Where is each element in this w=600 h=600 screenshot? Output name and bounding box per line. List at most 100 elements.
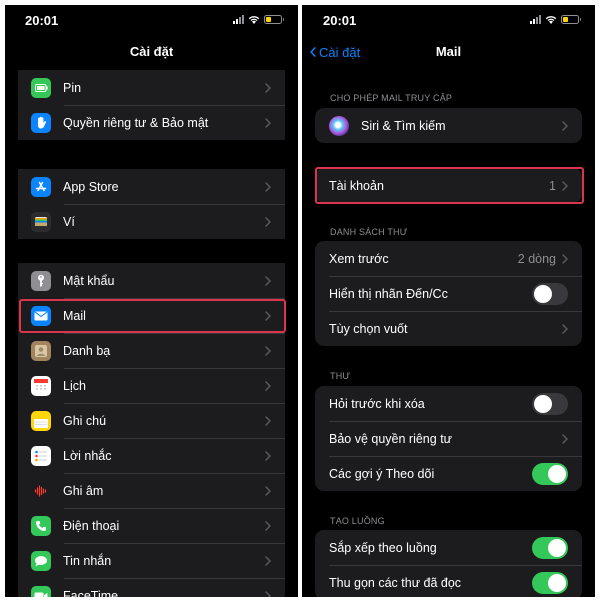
- status-time: 20:01: [25, 13, 59, 28]
- reminders-app-icon: [31, 445, 51, 466]
- settings-row-mail[interactable]: Mail: [18, 298, 285, 333]
- row-label: Các gợi ý Theo dõi: [329, 466, 435, 481]
- setting-row[interactable]: Xem trước 2 dòng: [315, 241, 582, 276]
- toggle-switch[interactable]: [532, 392, 568, 415]
- chevron-right-icon: [265, 275, 271, 286]
- status-time: 20:01: [323, 13, 357, 28]
- hand-app-icon: [31, 112, 51, 133]
- mail-app-icon: [31, 305, 51, 326]
- row-label: Điện thoại: [63, 518, 120, 533]
- row-label: FaceTime: [63, 588, 119, 598]
- settings-row-calendar[interactable]: Lịch: [18, 368, 285, 403]
- settings-row-hand[interactable]: Quyền riêng tư & Bảo mật: [18, 105, 285, 140]
- chevron-right-icon: [265, 520, 271, 531]
- row-label: Thu gọn các thư đã đọc: [329, 575, 462, 590]
- wifi-icon: [248, 15, 260, 24]
- row-label: Quyền riêng tư & Bảo mật: [63, 115, 209, 130]
- row-label: App Store: [63, 179, 119, 194]
- toggle-switch[interactable]: [532, 462, 568, 485]
- notes-app-icon: [31, 410, 51, 431]
- chevron-right-icon: [265, 590, 271, 597]
- setting-row[interactable]: Tùy chọn vuốt: [315, 311, 582, 346]
- back-label: Cài đặt: [319, 44, 361, 60]
- settings-row-phone[interactable]: Điện thoại: [18, 508, 285, 543]
- settings-row-wallet[interactable]: Ví: [18, 204, 285, 239]
- row-label: Bảo vệ quyền riêng tư: [329, 431, 453, 446]
- toggle-switch[interactable]: [532, 282, 568, 305]
- settings-row-messages[interactable]: Tin nhắn: [18, 543, 285, 578]
- settings-group-apps: Mật khẩu Mail Danh bạ Lịch Ghi chú Lời nhắc Gh…: [18, 263, 285, 597]
- row-label: Tin nhắn: [63, 553, 112, 568]
- row-label: Siri & Tìm kiếm: [361, 118, 446, 133]
- chevron-right-icon: [562, 180, 568, 191]
- facetime-app-icon: [31, 585, 51, 597]
- row-value: 2 dòng: [517, 251, 556, 266]
- nav-bar: Cài đặt: [5, 37, 298, 67]
- setting-row: Thu gọn các thư đã đọc: [315, 565, 582, 597]
- chevron-right-icon: [562, 253, 568, 264]
- chevron-left-icon: [310, 47, 316, 57]
- chevron-right-icon: [562, 323, 568, 334]
- back-button[interactable]: Cài đặt: [310, 37, 360, 67]
- settings-row-voice-memos[interactable]: Ghi âm: [18, 473, 285, 508]
- accounts-group: Tài khoản 1: [315, 168, 582, 203]
- settings-group-system: Pin Quyền riêng tư & Bảo mật: [18, 70, 285, 140]
- battery-icon: [264, 15, 284, 24]
- page-title: Mail: [435, 44, 462, 59]
- row-label: Ghi chú: [63, 413, 107, 428]
- settings-row-facetime[interactable]: FaceTime: [18, 578, 285, 597]
- siri-icon: [329, 115, 349, 136]
- setting-row[interactable]: Bảo vệ quyền riêng tư: [315, 421, 582, 456]
- settings-screen: 20:01 Cài đặt Pin Quyền riêng tư & Bảo mậ…: [5, 5, 298, 597]
- chevron-right-icon: [265, 555, 271, 566]
- toggle-knob: [548, 464, 566, 483]
- voice-memos-app-icon: [31, 480, 51, 501]
- section-header-allow-access: CHO PHÉP MAIL TRUY CẬP: [330, 93, 453, 103]
- key-app-icon: [31, 270, 51, 291]
- row-label: Sắp xếp theo luồng: [329, 540, 437, 555]
- toggle-switch[interactable]: [532, 536, 568, 559]
- wifi-icon: [545, 15, 557, 24]
- nav-bar: Cài đặt Mail: [302, 37, 595, 67]
- row-label: Hỏi trước khi xóa: [329, 396, 425, 411]
- chevron-right-icon: [265, 216, 271, 227]
- setting-row: Hiển thị nhãn Đến/Cc: [315, 276, 582, 311]
- chevron-right-icon: [265, 310, 271, 321]
- setting-row: Hỏi trước khi xóa: [315, 386, 582, 421]
- row-label: Hiển thị nhãn Đến/Cc: [329, 286, 448, 301]
- section-header-threading: TẠO LUỒNG: [330, 516, 385, 526]
- setting-row: Các gợi ý Theo dõi: [315, 456, 582, 491]
- page-title: Cài đặt: [129, 44, 174, 59]
- chevron-right-icon: [265, 485, 271, 496]
- allow-access-group: Siri & Tìm kiếm: [315, 108, 582, 143]
- row-label: Lời nhắc: [63, 448, 112, 463]
- settings-row-reminders[interactable]: Lời nhắc: [18, 438, 285, 473]
- settings-row-key[interactable]: Mật khẩu: [18, 263, 285, 298]
- row-label: Mật khẩu: [63, 273, 115, 288]
- section-header-message-list: DANH SÁCH THƯ: [330, 227, 408, 237]
- toggle-knob: [548, 573, 566, 592]
- settings-row-appstore[interactable]: App Store: [18, 169, 285, 204]
- messages-app-icon: [31, 550, 51, 571]
- chevron-right-icon: [562, 433, 568, 444]
- threading-group: Sắp xếp theo luồng Thu gọn các thư đã đọc: [315, 530, 582, 597]
- row-label: Mail: [63, 308, 86, 323]
- row-label: Pin: [63, 80, 82, 95]
- siri-search-row[interactable]: Siri & Tìm kiếm: [315, 108, 582, 143]
- settings-group-store: App Store Ví: [18, 169, 285, 239]
- toggle-switch[interactable]: [532, 571, 568, 594]
- accounts-row[interactable]: Tài khoản 1: [315, 168, 582, 203]
- toggle-knob: [548, 538, 566, 557]
- chevron-right-icon: [265, 117, 271, 128]
- message-list-group: Xem trước 2 dòng Hiển thị nhãn Đến/Cc Tùy c…: [315, 241, 582, 346]
- settings-row-contacts[interactable]: Danh bạ: [18, 333, 285, 368]
- row-label: Xem trước: [329, 251, 389, 266]
- messages-group: Hỏi trước khi xóa Bảo vệ quyền riêng tư Cá…: [315, 386, 582, 491]
- section-header-messages: THƯ: [330, 371, 351, 381]
- battery-app-icon: [31, 77, 51, 98]
- row-label: Ghi âm: [63, 483, 104, 498]
- settings-row-battery[interactable]: Pin: [18, 70, 285, 105]
- toggle-knob: [534, 284, 552, 303]
- status-bar: 20:01: [5, 5, 298, 35]
- settings-row-notes[interactable]: Ghi chú: [18, 403, 285, 438]
